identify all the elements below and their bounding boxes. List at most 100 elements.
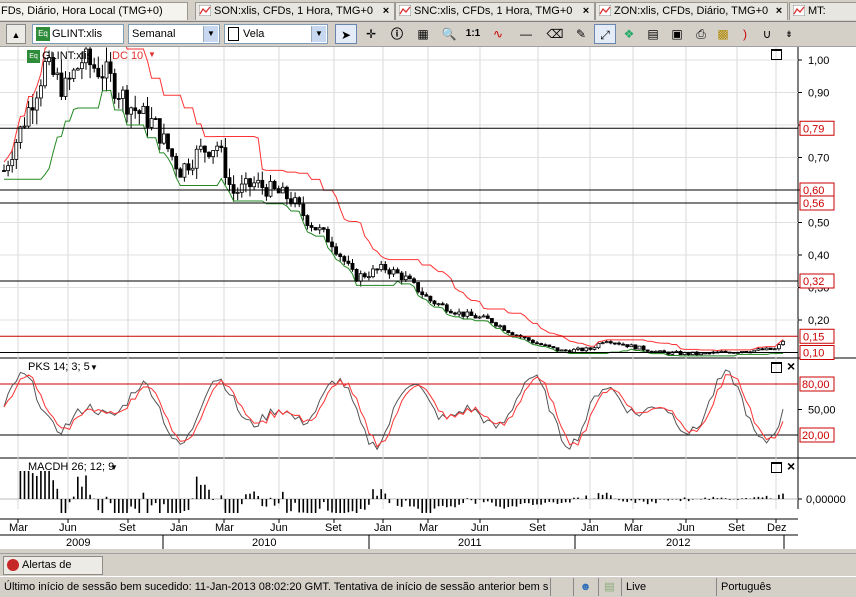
candle-body (604, 341, 609, 344)
language-text: Português (721, 581, 772, 593)
line-tool-icon[interactable]: — (515, 24, 537, 44)
candle-body (645, 349, 650, 352)
magnet-icon[interactable]: ∪ (756, 24, 778, 44)
zoom-icon[interactable]: 🔍 (438, 24, 460, 44)
candle-body (30, 107, 35, 111)
layers-icon[interactable]: ❖ (618, 24, 640, 44)
candle-body (34, 97, 39, 111)
price-alerts-button[interactable]: Alertas de Preço (3, 556, 103, 588)
status-language[interactable]: Português (716, 578, 856, 596)
maximize-icon[interactable] (771, 462, 782, 473)
price-level-tag-label: 0,79 (803, 123, 824, 135)
candle-body (43, 61, 47, 87)
stoch-level-tag-label: 80,00 (802, 379, 830, 391)
signal-icon[interactable]: ) (734, 24, 756, 44)
maximize-icon[interactable] (771, 49, 782, 60)
candle (580, 347, 584, 352)
tab-cfds-diario[interactable]: FDs, Diário, Hora Local (TMG+0) (0, 2, 188, 20)
candle-body (707, 352, 712, 355)
close-icon[interactable]: × (774, 3, 784, 20)
chart-settings-icon[interactable]: ▩ (712, 24, 734, 44)
chart-canvas[interactable]: 1,000,900,800,700,600,500,400,300,200,79… (0, 35, 856, 549)
chart-style-select[interactable]: Vela ▼ (224, 24, 328, 44)
candle-body (235, 191, 240, 194)
candle-body (129, 107, 134, 115)
chevron-down-icon[interactable]: ▼ (90, 363, 98, 372)
candle-body (202, 145, 207, 153)
chart-area[interactable]: 1,000,900,800,700,600,500,400,300,200,79… (0, 35, 856, 549)
candle-body (617, 342, 621, 345)
candle-body (428, 295, 433, 302)
symbol-value: GLINT:xlis (52, 28, 103, 40)
candle-body (416, 282, 421, 293)
close-icon[interactable]: × (787, 358, 795, 374)
candle-body (153, 118, 158, 120)
chart-icon (199, 5, 211, 16)
candle-body (539, 343, 543, 346)
candle (444, 302, 449, 314)
candle-body (10, 159, 15, 167)
price-symbol-label: GLINT:xlis (42, 50, 93, 62)
chevron-down-icon[interactable]: ▼ (311, 26, 326, 42)
candle-body (572, 348, 576, 353)
scroll-left-button[interactable]: ▲ (6, 24, 26, 44)
month-label: Jan (374, 522, 392, 534)
candle-body (465, 311, 470, 317)
grid-icon[interactable]: ▦ (412, 24, 434, 44)
chevron-down-icon[interactable]: ▼ (148, 50, 156, 59)
close-icon[interactable]: × (381, 3, 391, 20)
symbol-combo[interactable]: Eq GLINT:xlis (32, 24, 124, 44)
template-icon[interactable]: ▤ (642, 24, 664, 44)
candle-body (555, 347, 560, 352)
connection-text: Live (626, 581, 647, 593)
candle-body (432, 300, 437, 305)
candle-body (252, 182, 257, 188)
year-label: 2009 (66, 537, 90, 549)
close-icon[interactable]: × (581, 3, 591, 20)
alerts-bar: Alertas de Preço (0, 553, 856, 588)
print-icon[interactable]: ⎙ (690, 24, 712, 44)
candle-body (658, 350, 662, 353)
chart-tab-bar: FDs, Diário, Hora Local (TMG+0) SON:xlis… (0, 0, 856, 22)
price-tick-label: 1,00 (808, 55, 829, 67)
candle-body (469, 311, 474, 316)
candle-body (350, 262, 355, 270)
tab-snc-xlis[interactable]: SNC:xlis, CFDs, 1 Hora, TMG+0 × (395, 2, 595, 20)
chevron-down-icon[interactable]: ▼ (110, 463, 118, 472)
maximize-icon[interactable] (771, 362, 782, 373)
save-chart-icon[interactable]: ▣ (666, 24, 688, 44)
candle-body (141, 105, 146, 114)
candle-body (621, 343, 625, 346)
tab-mt[interactable]: MT: (789, 2, 856, 20)
connection-icon: ▤ (604, 581, 615, 593)
close-icon[interactable]: × (787, 458, 795, 474)
candle-body (498, 325, 503, 328)
candle-body (362, 273, 367, 278)
auto-scroll-icon[interactable]: ⤢ (594, 24, 616, 44)
eraser-icon[interactable]: ⌫ (544, 24, 566, 44)
indicator-icon[interactable]: ∿ (487, 24, 509, 44)
candle-body (108, 61, 113, 74)
price-indicator-label: DC 10 (112, 50, 144, 62)
tab-label: SON:xlis, CFDs, 1 Hora, TMG+0 (214, 5, 374, 17)
candle (178, 167, 183, 178)
chevron-down-icon[interactable]: ▼ (203, 26, 218, 42)
candle (637, 345, 642, 350)
pointer-tool[interactable]: ➤ (335, 24, 357, 44)
candle-body (563, 349, 568, 352)
status-user-cell[interactable]: ☻ (573, 578, 597, 596)
overflow-icon[interactable]: ⇟ (778, 24, 800, 44)
period-select[interactable]: Semanal ▼ (128, 24, 220, 44)
candle-body (211, 150, 216, 158)
ratio-button[interactable]: 1:1 (462, 24, 484, 44)
crosshair-icon[interactable]: ✛ (360, 24, 382, 44)
price-level-tag-label: 0,10 (803, 348, 824, 360)
candle-body (547, 344, 552, 347)
chart-style-value: Vela (243, 28, 265, 40)
tab-zon-xlis[interactable]: ZON:xlis, CFDs, Diário, TMG+0 × (595, 2, 788, 20)
candle-body (71, 69, 76, 79)
tab-son-xlis[interactable]: SON:xlis, CFDs, 1 Hora, TMG+0 × (195, 2, 395, 20)
draw-icon[interactable]: ✎ (570, 24, 592, 44)
price-level-tag-label: 0,32 (803, 276, 824, 288)
info-icon[interactable]: ⓘ (386, 24, 408, 44)
